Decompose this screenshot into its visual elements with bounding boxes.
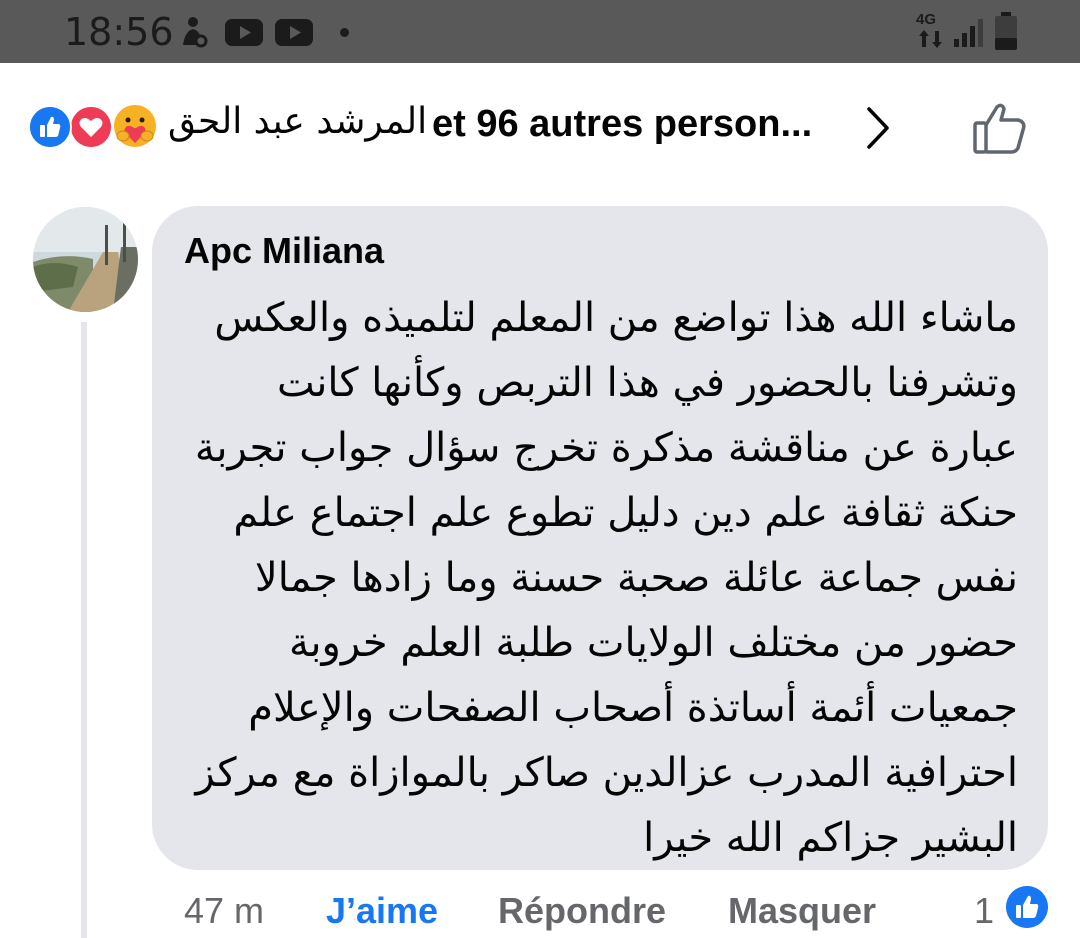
comment-author[interactable]: Apc Miliana [184, 230, 384, 272]
like-reaction-icon[interactable] [1006, 886, 1048, 928]
reactions-summary[interactable]: المرشد عبد الحق et 96 autres person... [0, 63, 1080, 193]
network-type-label: 4G [916, 11, 937, 28]
hide-button[interactable]: Masquer [728, 890, 876, 932]
signal-icon [954, 19, 983, 47]
reactors-names: المرشد عبد الحق [168, 101, 428, 142]
reaction-icons [28, 103, 163, 149]
notification-dot [340, 28, 349, 37]
like-button[interactable]: J’aime [326, 890, 438, 932]
battery-icon [995, 12, 1017, 50]
care-reaction-icon [112, 103, 158, 149]
settings-person-icon [183, 17, 208, 48]
status-bar: 18:56 4G [0, 0, 1080, 63]
like-outline-icon[interactable] [972, 101, 1028, 155]
reply-button[interactable]: Répondre [498, 890, 666, 932]
youtube-icon [225, 19, 263, 46]
love-reaction-icon [69, 105, 113, 149]
chevron-right-icon[interactable] [863, 105, 893, 151]
thread-line [81, 322, 87, 938]
avatar-photo [33, 207, 138, 312]
reactors-others-count: et 96 autres person... [432, 103, 813, 145]
like-reaction-icon [28, 105, 72, 149]
status-time: 18:56 [64, 10, 174, 54]
comment-like-count[interactable]: 1 [974, 890, 994, 932]
youtube-icon [275, 19, 313, 46]
comment-timestamp[interactable]: 47 m [184, 890, 264, 932]
avatar[interactable] [33, 207, 138, 312]
comment-text: ماشاء الله هذا تواضع من المعلم لتلميذه و… [194, 295, 1018, 861]
network-arrows-icon [919, 30, 942, 48]
